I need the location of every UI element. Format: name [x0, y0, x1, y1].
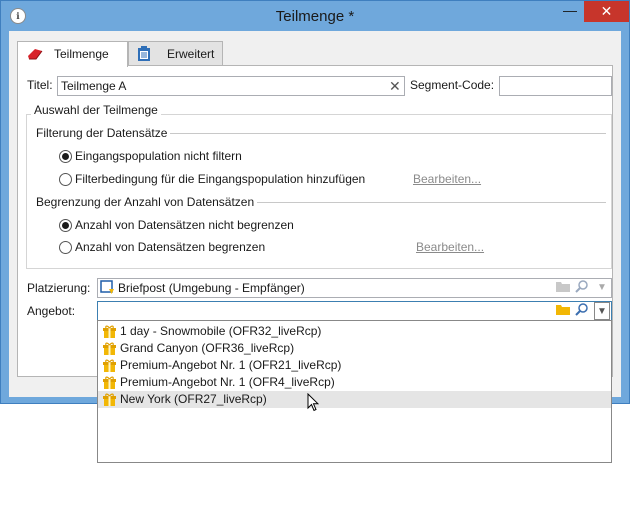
tab-teilmenge-label: Teilmenge [54, 47, 109, 61]
limit-none-label: Anzahl von Datensätzen nicht begrenzen [75, 218, 294, 232]
offer-dropdown-list[interactable]: 1 day - Snowmobile (OFR32_liveRcp) Grand… [97, 320, 612, 463]
placement-field[interactable]: Briefpost (Umgebung - Empfänger) [97, 278, 612, 298]
tab-erweitert[interactable]: Erweitert [128, 41, 223, 65]
limit-section-title: Begrenzung der Anzahl von Datensätzen [36, 195, 258, 209]
segment-code-input[interactable] [499, 76, 612, 96]
limit-none-radio[interactable] [59, 219, 72, 232]
limit-edit-link[interactable]: Bearbeiten... [416, 240, 484, 254]
gift-icon [103, 393, 116, 411]
offer-item-label: Premium-Angebot Nr. 1 (OFR21_liveRcp) [120, 358, 342, 372]
window-title: Teilmenge * [275, 8, 355, 25]
limit-records-radio[interactable] [59, 241, 72, 254]
title-input-value: Teilmenge A [61, 79, 127, 93]
filter-edit-link[interactable]: Bearbeiten... [413, 172, 481, 186]
list-item[interactable]: 1 day - Snowmobile (OFR32_liveRcp) [98, 323, 611, 340]
mail-placement-icon [100, 280, 115, 298]
placement-chevron-down-icon[interactable]: ▼ [594, 279, 610, 297]
filter-section-title: Filterung der Datensätze [36, 126, 171, 140]
mouse-pointer-icon [307, 392, 320, 415]
filter-none-radio[interactable] [59, 150, 72, 163]
offer-item-label: 1 day - Snowmobile (OFR32_liveRcp) [120, 324, 322, 338]
minimize-button[interactable]: — [557, 2, 583, 22]
tab-erweitert-label: Erweitert [167, 47, 215, 61]
offer-item-label: Grand Canyon (OFR36_liveRcp) [120, 341, 295, 355]
list-item[interactable]: Premium-Angebot Nr. 1 (OFR21_liveRcp) [98, 357, 611, 374]
title-input[interactable]: Teilmenge A [57, 76, 405, 96]
placement-search-button[interactable] [574, 279, 594, 297]
placement-label: Platzierung: [27, 281, 91, 295]
offer-chevron-down-icon[interactable]: ▼ [594, 302, 610, 320]
filter-condition-radio[interactable] [59, 173, 72, 186]
list-item[interactable]: New York (OFR27_liveRcp) [98, 391, 611, 408]
filter-none-label: Eingangspopulation nicht filtern [75, 149, 242, 163]
list-item[interactable]: Grand Canyon (OFR36_liveRcp) [98, 340, 611, 357]
tab-teilmenge[interactable]: Teilmenge [17, 41, 128, 67]
limit-records-label: Anzahl von Datensätzen begrenzen [75, 240, 266, 254]
title-label: Titel: [27, 78, 53, 92]
close-button[interactable]: ✕ [584, 1, 629, 22]
selection-group-title: Auswahl der Teilmenge [31, 103, 161, 117]
filter-condition-label: Filterbedingung für die Eingangspopulati… [75, 172, 366, 186]
offer-item-label: New York (OFR27_liveRcp) [120, 392, 267, 406]
clear-icon[interactable]: ✕ [389, 78, 401, 95]
offer-folder-button[interactable] [555, 302, 575, 320]
placement-folder-button[interactable] [555, 279, 575, 297]
offer-label: Angebot: [27, 304, 76, 318]
list-item[interactable]: Premium-Angebot Nr. 1 (OFR4_liveRcp) [98, 374, 611, 391]
segment-code-label: Segment-Code: [410, 78, 495, 92]
placement-value: Briefpost (Umgebung - Empfänger) [118, 281, 305, 295]
eraser-icon [26, 46, 44, 68]
offer-search-button[interactable] [574, 302, 594, 320]
title-bar[interactable]: ℹ Teilmenge * — ✕ [1, 1, 629, 31]
offer-field[interactable] [97, 301, 612, 321]
offer-item-label: Premium-Angebot Nr. 1 (OFR4_liveRcp) [120, 375, 335, 389]
